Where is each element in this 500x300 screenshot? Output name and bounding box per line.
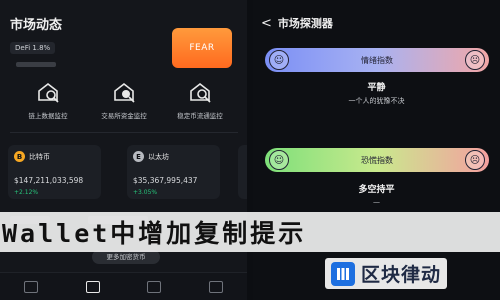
more-coins-pill[interactable]: 更多加密货币 <box>92 250 160 264</box>
house-search-icon <box>38 82 59 103</box>
status-bar <box>0 0 247 12</box>
market-detector-screen: < 市场探测器 ☺ 情绪指数 ☹ 平静 一个人的犹豫不决 ☺ 恐慌指数 ☹ 多空… <box>253 0 500 300</box>
state-sub: 一个人的犹豫不决 <box>348 97 405 105</box>
brand-logo: 区块律动 <box>325 258 448 289</box>
nav-profile-icon[interactable] <box>209 280 224 293</box>
nav-news-icon[interactable] <box>85 280 100 293</box>
divider <box>10 132 238 133</box>
header: < 市场探测器 <box>253 12 500 34</box>
bitcoin-icon: B <box>14 151 25 162</box>
exchange-search-icon <box>114 82 135 103</box>
coin-value: $35,367,995,437 <box>133 176 198 185</box>
coin-card[interactable]: E 以太坊 $35,367,995,437 +3.05% <box>127 145 220 199</box>
quick-actions: 链上数据监控 交易所资金监控 稳定币流通监控 <box>10 80 238 120</box>
state-sub: — <box>373 198 380 206</box>
brand-name: 区块律动 <box>361 264 442 286</box>
quick-label: 交易所资金监控 <box>101 112 147 120</box>
quick-label: 链上数据监控 <box>28 112 68 120</box>
coin-card-partial[interactable] <box>238 145 247 199</box>
happy-face-icon: ☺ <box>269 50 289 70</box>
defi-tag[interactable]: DeFi 1.8% <box>10 42 56 54</box>
subtitle-placeholder <box>16 62 56 67</box>
coin-card-head: B 比特币 <box>14 151 95 162</box>
coin-change: +3.05% <box>133 189 158 196</box>
app-stage: 市场动态 DeFi 1.8% FEAR 链上数据监控 交易所资金监控 稳定币流通… <box>0 0 500 300</box>
nav-market-icon[interactable] <box>23 280 38 293</box>
fear-badge[interactable]: FEAR <box>172 28 232 68</box>
bottom-nav <box>0 272 247 300</box>
sentiment-gauge[interactable]: ☺ 情绪指数 ☹ <box>265 48 489 72</box>
overlay-banner: Wallet中增加复制提示 <box>0 212 500 252</box>
ethereum-icon: E <box>133 151 144 162</box>
status-bar <box>253 0 500 12</box>
coin-name: 比特币 <box>29 152 50 161</box>
coin-card[interactable]: B 比特币 $147,211,033,598 +2.12% <box>8 145 101 199</box>
page-title: 市场探测器 <box>277 17 333 30</box>
happy-face-icon: ☺ <box>269 150 289 170</box>
back-icon[interactable]: < <box>261 16 272 31</box>
quick-label: 稳定币流通监控 <box>177 112 223 120</box>
sad-face-icon: ☹ <box>465 50 485 70</box>
quick-item-stablecoin[interactable]: 稳定币流通监控 <box>165 80 235 120</box>
gauge-label: 情绪指数 <box>361 55 393 65</box>
coin-value: $147,211,033,598 <box>14 176 84 185</box>
state-title: 多空持平 <box>358 185 395 195</box>
state-title: 平静 <box>367 83 386 93</box>
panic-gauge[interactable]: ☺ 恐慌指数 ☹ <box>265 148 489 172</box>
page-title: 市场动态 <box>10 17 63 33</box>
coin-card-head: E 以太坊 <box>133 151 214 162</box>
gauge-label: 恐慌指数 <box>361 155 393 165</box>
nav-wallet-icon[interactable] <box>147 280 162 293</box>
market-news-screen: 市场动态 DeFi 1.8% FEAR 链上数据监控 交易所资金监控 稳定币流通… <box>0 0 247 300</box>
quick-item-onchain[interactable]: 链上数据监控 <box>13 80 83 120</box>
coin-name: 以太坊 <box>148 152 169 161</box>
quick-item-exchange[interactable]: 交易所资金监控 <box>89 80 159 120</box>
coin-change: +2.12% <box>14 189 39 196</box>
brand-mark-icon <box>331 261 355 286</box>
stablecoin-search-icon <box>190 82 211 103</box>
sad-face-icon: ☹ <box>465 150 485 170</box>
overlay-text: Wallet中增加复制提示 <box>2 219 307 248</box>
